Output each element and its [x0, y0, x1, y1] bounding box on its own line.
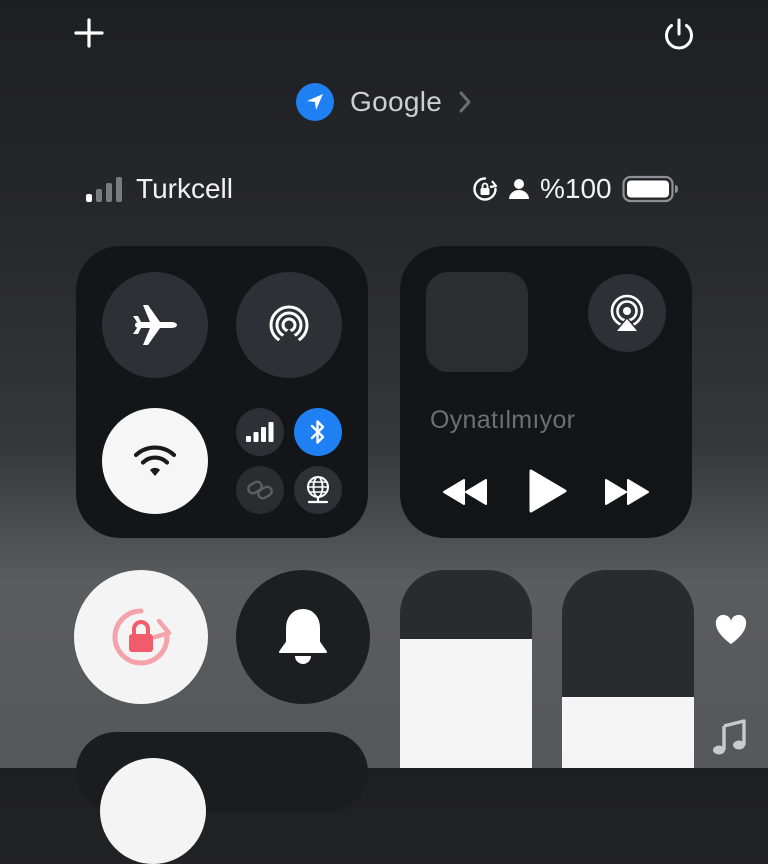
airdrop-icon	[269, 305, 309, 345]
heart-icon[interactable]	[714, 614, 748, 646]
signal-strength-icon	[86, 177, 122, 202]
bluetooth-icon	[310, 420, 325, 444]
status-carrier: Turkcell	[86, 172, 233, 206]
airdrop-toggle[interactable]	[236, 272, 342, 378]
carrier-name: Turkcell	[136, 173, 233, 204]
fast-forward-icon	[605, 479, 649, 505]
fast-forward-button[interactable]	[602, 472, 652, 512]
bell-icon	[279, 609, 327, 664]
location-arrow-icon	[296, 83, 334, 121]
plus-icon[interactable]	[72, 16, 106, 50]
rotation-lock-icon	[473, 177, 498, 201]
person-icon	[509, 179, 529, 199]
location-app-name: Google	[350, 86, 443, 117]
airplane-mode-toggle[interactable]	[102, 272, 208, 378]
power-icon[interactable]	[660, 16, 698, 54]
link-chain-icon	[247, 480, 273, 500]
cellular-data-toggle[interactable]	[236, 408, 284, 456]
ring-silent-toggle[interactable]	[236, 570, 370, 704]
brightness-slider[interactable]	[400, 570, 532, 768]
airplay-audio-button[interactable]	[588, 274, 666, 352]
status-indicators: %100	[472, 172, 680, 206]
connectivity-panel[interactable]	[76, 246, 368, 538]
play-button[interactable]	[522, 466, 572, 516]
chevron-right-icon	[459, 91, 471, 113]
wifi-icon	[133, 445, 177, 476]
focus-toggle[interactable]	[100, 758, 206, 864]
rewind-icon	[443, 479, 487, 505]
bluetooth-toggle[interactable]	[294, 408, 342, 456]
wifi-toggle[interactable]	[102, 408, 208, 514]
volume-slider[interactable]	[562, 570, 694, 768]
rewind-button[interactable]	[440, 472, 490, 512]
personal-hotspot-toggle[interactable]	[236, 466, 284, 514]
orientation-lock-toggle[interactable]	[74, 570, 208, 704]
battery-icon	[622, 175, 678, 203]
battery-percent: %100	[540, 173, 612, 204]
airplay-audio-icon	[610, 294, 644, 333]
now-playing-label: Oynatılmıyor	[430, 406, 576, 434]
airplane-icon	[133, 305, 177, 345]
music-note-icon[interactable]	[712, 718, 746, 756]
orientation-lock-icon	[112, 608, 172, 666]
cellular-bars-icon	[246, 422, 274, 442]
brightness-slider-fill	[400, 639, 532, 768]
media-player-panel[interactable]: Oynatılmıyor	[400, 246, 692, 538]
album-artwork[interactable]	[426, 272, 528, 372]
vpn-toggle[interactable]	[294, 466, 342, 514]
globe-network-icon	[307, 476, 329, 504]
play-icon	[529, 469, 567, 513]
location-indicator[interactable]: Google	[296, 82, 472, 122]
volume-slider-fill	[562, 696, 694, 768]
